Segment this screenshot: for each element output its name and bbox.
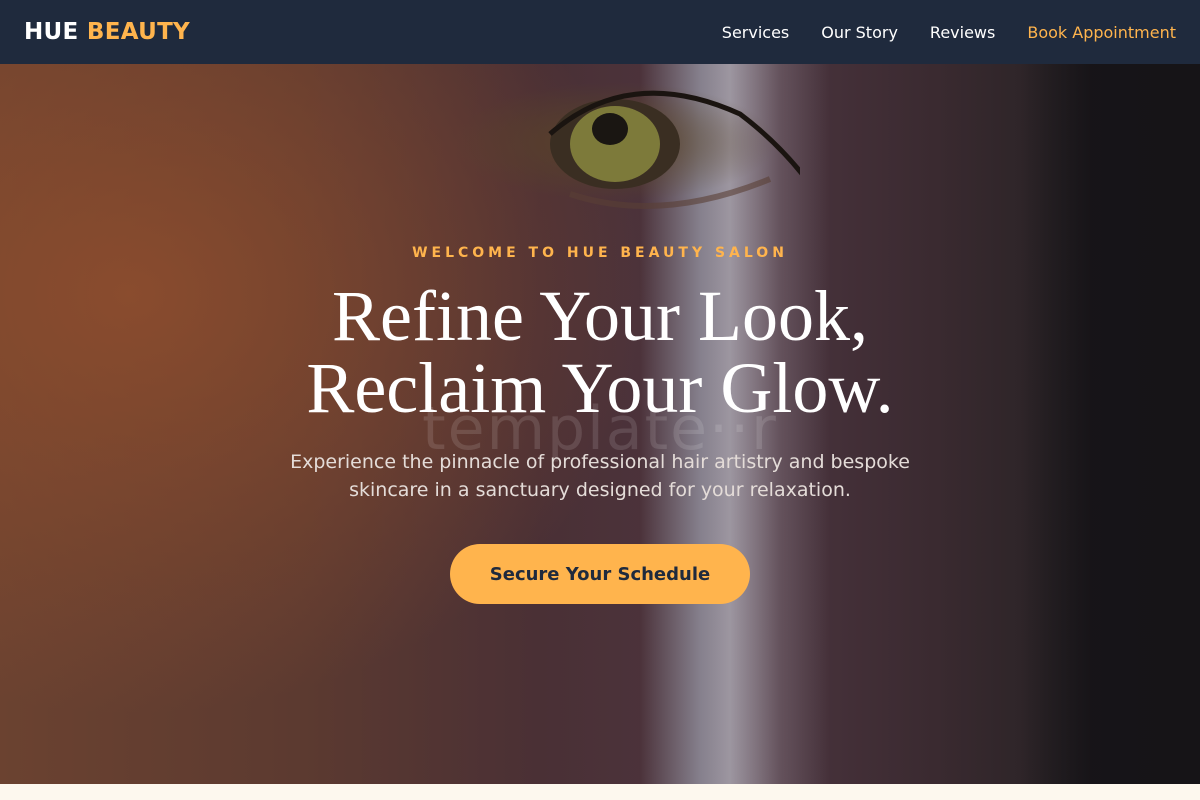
logo-accent-text: BEAUTY: [86, 19, 191, 45]
hero-section: WELCOME TO HUE BEAUTY SALON Refine Your …: [0, 64, 1200, 784]
nav-link-services[interactable]: Services: [722, 23, 789, 42]
brand-logo[interactable]: HUE BEAUTY: [24, 19, 190, 45]
nav-link-reviews[interactable]: Reviews: [930, 23, 995, 42]
next-section-edge: [0, 784, 1200, 800]
nav-link-book-appointment[interactable]: Book Appointment: [1027, 23, 1176, 42]
top-navbar: HUE BEAUTY Services Our Story Reviews Bo…: [0, 0, 1200, 64]
main-nav: Services Our Story Reviews Book Appointm…: [722, 23, 1176, 42]
hero-content: WELCOME TO HUE BEAUTY SALON Refine Your …: [0, 64, 1200, 784]
hero-eyebrow: WELCOME TO HUE BEAUTY SALON: [412, 245, 788, 261]
hero-subtitle: Experience the pinnacle of professional …: [290, 451, 910, 501]
logo-primary-text: HUE: [24, 19, 79, 45]
headline-line-1: Refine Your Look,: [332, 276, 868, 356]
secure-schedule-button[interactable]: Secure Your Schedule: [450, 544, 750, 604]
nav-link-our-story[interactable]: Our Story: [821, 23, 898, 42]
